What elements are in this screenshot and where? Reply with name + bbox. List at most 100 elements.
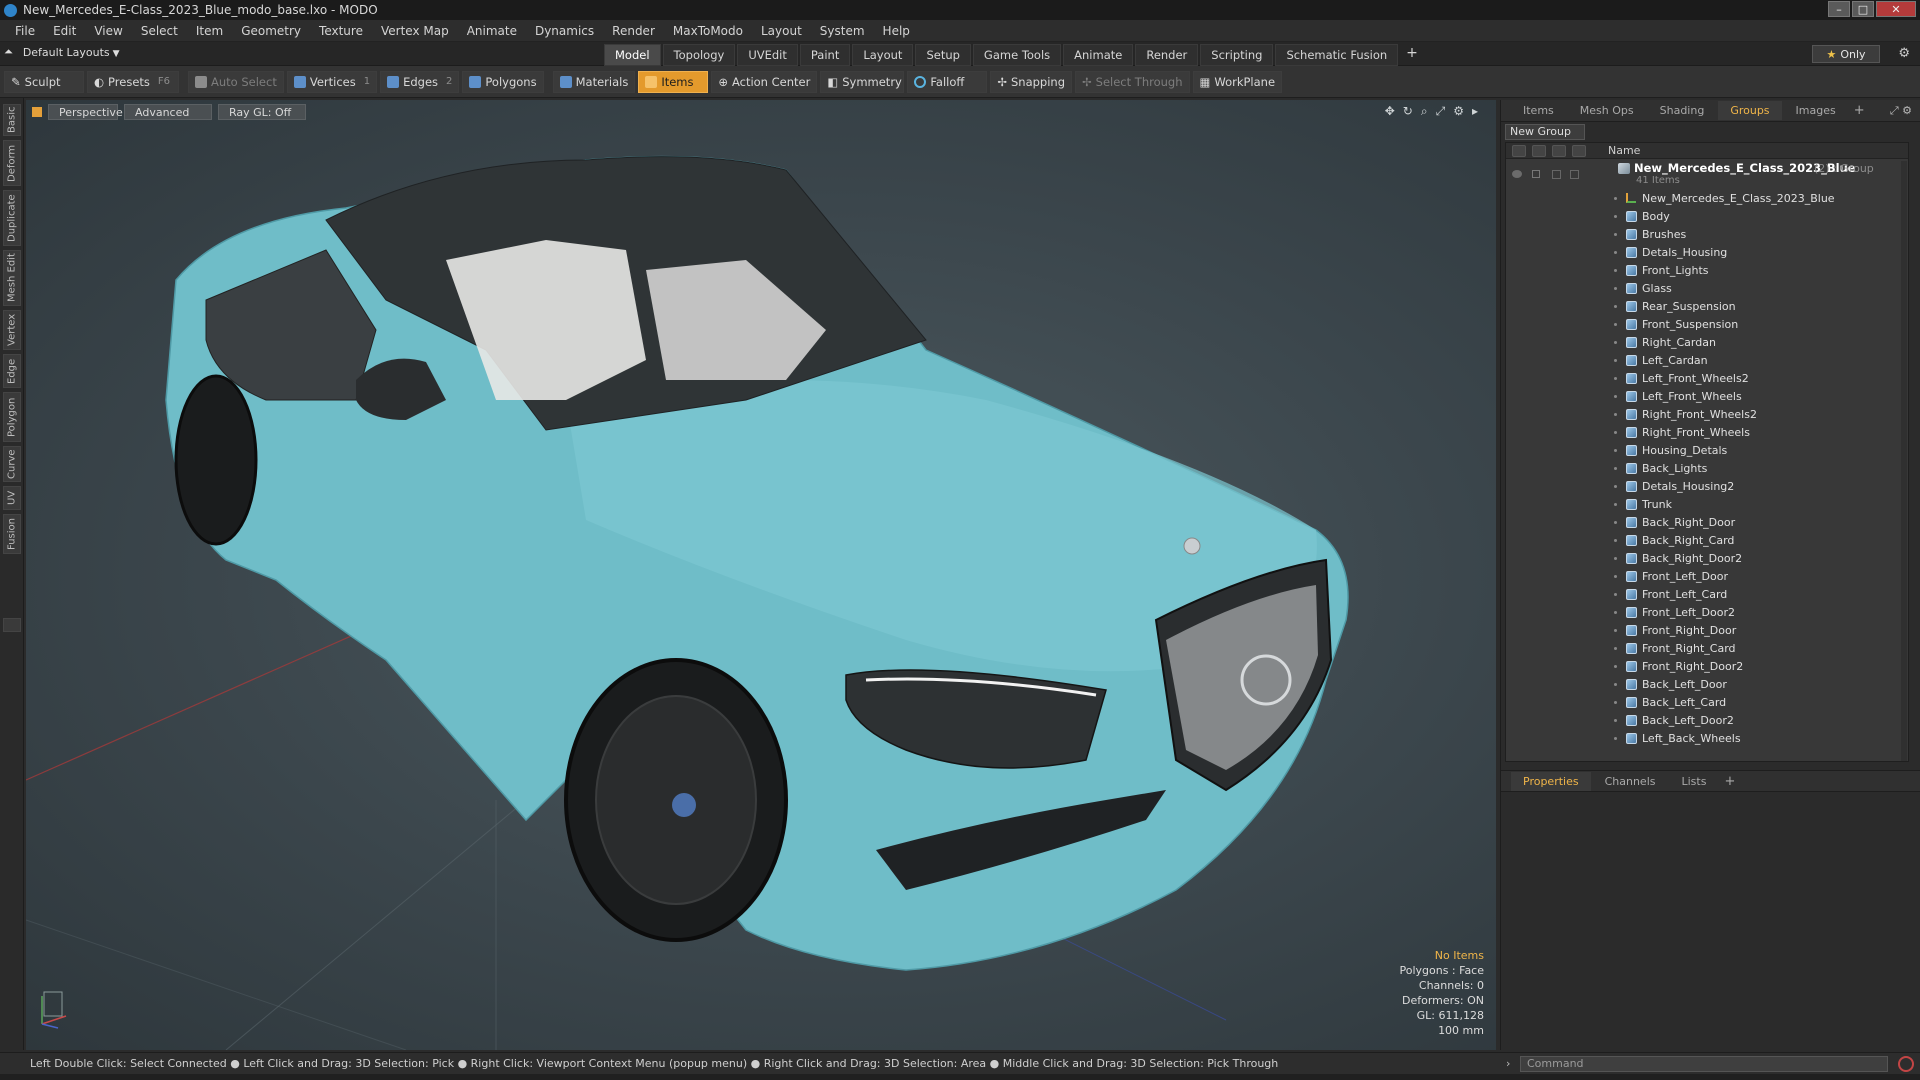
tab-schematic-fusion[interactable]: Schematic Fusion xyxy=(1275,44,1399,66)
expand-dot-icon[interactable] xyxy=(1614,322,1617,326)
expand-dot-icon[interactable] xyxy=(1614,214,1617,218)
lock-icon[interactable] xyxy=(1532,170,1540,178)
mesh-item-row[interactable]: Left_Cardan xyxy=(1506,351,1908,369)
mesh-item-row[interactable]: Back_Right_Door2 xyxy=(1506,549,1908,567)
tab-topology[interactable]: Topology xyxy=(662,44,736,66)
lock-column-icon[interactable] xyxy=(1532,144,1546,157)
mesh-item-row[interactable]: Glass xyxy=(1506,279,1908,297)
symmetry-button[interactable]: ◧ Symmetry xyxy=(820,70,905,93)
tab-vertex[interactable]: Vertex xyxy=(3,310,21,350)
vertices-button[interactable]: Vertices 1 xyxy=(286,70,378,93)
mesh-item-row[interactable]: Back_Left_Door2 xyxy=(1506,711,1908,729)
tab-model[interactable]: Model xyxy=(604,44,661,66)
tab-groups[interactable]: Groups xyxy=(1718,101,1782,120)
layout-collapse-icon[interactable]: ⏶ xyxy=(4,45,13,59)
menu-select[interactable]: Select xyxy=(132,24,187,38)
snapping-button[interactable]: ✢ Snapping xyxy=(990,70,1073,93)
tab-animate[interactable]: Animate xyxy=(1063,44,1134,66)
tab-setup[interactable]: Setup xyxy=(915,44,971,66)
group-row[interactable]: New_Mercedes_E_Class_2023_Blue (2) : Gro… xyxy=(1506,159,1908,189)
shading-dropdown[interactable]: Advanced xyxy=(124,104,212,120)
menu-maxtomodo[interactable]: MaxToModo xyxy=(664,24,752,38)
expand-dot-icon[interactable] xyxy=(1614,430,1617,434)
gear-icon[interactable]: ⚙ xyxy=(1898,46,1910,61)
expand-dot-icon[interactable] xyxy=(1614,700,1617,704)
tab-paint[interactable]: Paint xyxy=(799,44,851,66)
tab-basic[interactable]: Basic xyxy=(3,104,21,136)
tab-duplicate[interactable]: Duplicate xyxy=(3,190,21,246)
items-button[interactable]: Items xyxy=(638,70,709,93)
mesh-item-row[interactable]: Left_Front_Wheels2 xyxy=(1506,369,1908,387)
panel-expand-icon[interactable]: ⤢ ⚙ xyxy=(1890,104,1912,118)
expand-dot-icon[interactable] xyxy=(1614,286,1617,290)
workplane-button[interactable]: ▦ WorkPlane xyxy=(1192,70,1283,93)
mesh-item-row[interactable]: Right_Cardan xyxy=(1506,333,1908,351)
stop-icon[interactable] xyxy=(1898,1056,1914,1072)
tab-fusion[interactable]: Fusion xyxy=(3,514,21,554)
sculpt-button[interactable]: ✎ Sculpt xyxy=(4,70,84,93)
expand-dot-icon[interactable] xyxy=(1614,358,1617,362)
expand-dot-icon[interactable] xyxy=(1614,376,1617,380)
tab-lists[interactable]: Lists xyxy=(1670,772,1719,791)
mesh-item-row[interactable]: Back_Lights xyxy=(1506,459,1908,477)
expand-dot-icon[interactable] xyxy=(1614,664,1617,668)
tab-edge[interactable]: Edge xyxy=(3,354,21,388)
mesh-item-row[interactable]: Right_Front_Wheels2 xyxy=(1506,405,1908,423)
expand-dot-icon[interactable] xyxy=(1614,628,1617,632)
expand-dot-icon[interactable] xyxy=(1614,250,1617,254)
expand-dot-icon[interactable] xyxy=(1614,646,1617,650)
expand-dot-icon[interactable] xyxy=(1614,232,1617,236)
tab-uv[interactable]: UV xyxy=(3,486,21,510)
mesh-item-row[interactable]: Front_Left_Card xyxy=(1506,585,1908,603)
mesh-item-row[interactable]: Rear_Suspension xyxy=(1506,297,1908,315)
mesh-item-row[interactable]: Front_Right_Door2 xyxy=(1506,657,1908,675)
action-center-button[interactable]: ⊕ Action Center xyxy=(711,70,818,93)
command-input[interactable]: Command xyxy=(1520,1056,1888,1072)
menu-help[interactable]: Help xyxy=(874,24,919,38)
expand-dot-icon[interactable] xyxy=(1614,466,1617,470)
falloff-button[interactable]: Falloff xyxy=(907,70,988,93)
maximize-button[interactable]: □ xyxy=(1852,1,1874,17)
expand-dot-icon[interactable] xyxy=(1614,394,1617,398)
viewport-expand-icon[interactable]: ▸ xyxy=(1472,104,1478,119)
menu-dynamics[interactable]: Dynamics xyxy=(526,24,603,38)
expand-dot-icon[interactable] xyxy=(1614,448,1617,452)
tab-channels[interactable]: Channels xyxy=(1593,772,1668,791)
minimize-button[interactable]: – xyxy=(1828,1,1850,17)
auto-select-button[interactable]: Auto Select xyxy=(188,70,284,93)
menu-file[interactable]: File xyxy=(6,24,44,38)
mesh-item-row[interactable]: Trunk xyxy=(1506,495,1908,513)
expand-dot-icon[interactable] xyxy=(1614,304,1617,308)
viewport-menu-dot[interactable] xyxy=(32,107,42,117)
mesh-item-row[interactable]: Front_Suspension xyxy=(1506,315,1908,333)
menu-texture[interactable]: Texture xyxy=(310,24,372,38)
menu-view[interactable]: View xyxy=(85,24,131,38)
layout-dropdown[interactable]: ⏶ Default Layouts ▼ xyxy=(4,45,120,59)
edges-button[interactable]: Edges 2 xyxy=(380,70,460,93)
tab-polygon[interactable]: Polygon xyxy=(3,392,21,442)
mesh-item-row[interactable]: Body xyxy=(1506,207,1908,225)
mesh-item-row[interactable]: Front_Lights xyxy=(1506,261,1908,279)
zoom-icon[interactable]: ⌕ xyxy=(1421,104,1428,119)
render-column-icon[interactable] xyxy=(1572,144,1586,157)
mesh-item-row[interactable]: Front_Left_Door xyxy=(1506,567,1908,585)
expand-dot-icon[interactable] xyxy=(1614,610,1617,614)
expand-dot-icon[interactable] xyxy=(1614,268,1617,272)
render-toggle[interactable] xyxy=(1570,169,1579,179)
tab-uvedit[interactable]: UVEdit xyxy=(737,44,798,66)
mesh-item-row[interactable]: Detals_Housing2 xyxy=(1506,477,1908,495)
menu-layout[interactable]: Layout xyxy=(752,24,811,38)
expand-dot-icon[interactable] xyxy=(1614,340,1617,344)
mesh-item-row[interactable]: Housing_Detals xyxy=(1506,441,1908,459)
mesh-item-row[interactable]: Back_Right_Door xyxy=(1506,513,1908,531)
close-button[interactable]: ✕ xyxy=(1876,1,1916,17)
menu-render[interactable]: Render xyxy=(603,24,664,38)
mesh-item-row[interactable]: Back_Left_Card xyxy=(1506,693,1908,711)
tab-layout[interactable]: Layout xyxy=(852,44,914,66)
menu-animate[interactable]: Animate xyxy=(458,24,526,38)
mesh-item-row[interactable]: Front_Right_Card xyxy=(1506,639,1908,657)
expand-dot-icon[interactable] xyxy=(1614,592,1617,596)
menu-vertex-map[interactable]: Vertex Map xyxy=(372,24,458,38)
mesh-item-row[interactable]: Front_Right_Door xyxy=(1506,621,1908,639)
tab-images[interactable]: Images xyxy=(1784,101,1848,120)
